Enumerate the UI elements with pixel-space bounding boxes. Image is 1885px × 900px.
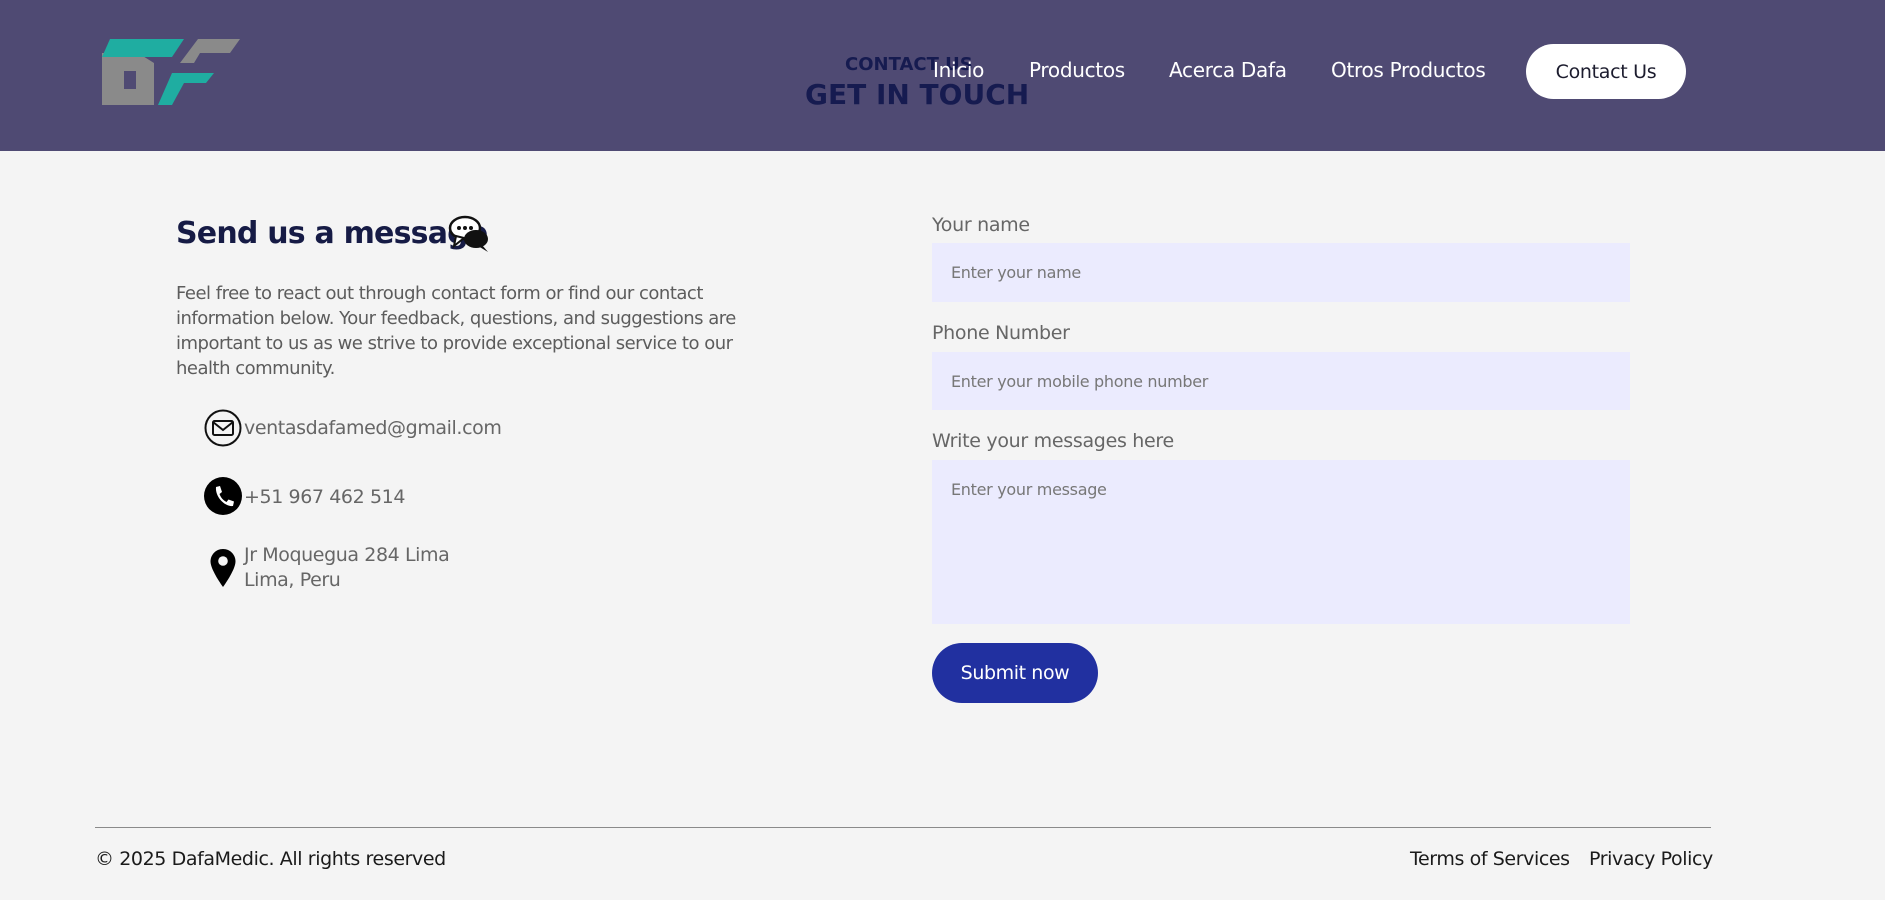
chat-bubbles-icon — [448, 215, 488, 252]
phone-icon — [204, 477, 242, 515]
contact-address-line2: Lima, Peru — [244, 569, 341, 591]
nav-otros-productos[interactable]: Otros Productos — [1331, 58, 1486, 82]
message-label: Write your messages here — [932, 430, 1174, 452]
contact-email[interactable]: ventasdafamed@gmail.com — [244, 417, 502, 439]
contact-address-line1: Jr Moquegua 284 Lima — [244, 544, 450, 566]
submit-button[interactable]: Submit now — [932, 643, 1098, 703]
location-pin-icon — [210, 549, 236, 587]
mail-icon — [204, 409, 242, 447]
contact-us-button[interactable]: Contact Us — [1526, 44, 1686, 99]
name-input[interactable] — [932, 243, 1630, 302]
nav-inicio[interactable]: Inicio — [933, 58, 984, 82]
footer-divider — [95, 827, 1711, 828]
send-message-title: Send us a message — [176, 216, 488, 251]
site-header: CONTACT US GET IN TOUCH Inicio Productos… — [0, 0, 1885, 151]
copyright-text: © 2025 DafaMedic. All rights reserved — [95, 848, 446, 870]
nav-acerca-dafa[interactable]: Acerca Dafa — [1169, 58, 1287, 82]
terms-link[interactable]: Terms of Services — [1410, 848, 1570, 870]
privacy-link[interactable]: Privacy Policy — [1589, 848, 1713, 870]
df-logo-icon[interactable] — [102, 35, 242, 105]
message-textarea[interactable] — [932, 460, 1630, 624]
hero-title: GET IN TOUCH — [805, 78, 1030, 111]
nav-productos[interactable]: Productos — [1029, 58, 1125, 82]
phone-label: Phone Number — [932, 322, 1070, 344]
contact-phone[interactable]: +51 967 462 514 — [244, 486, 405, 508]
name-label: Your name — [932, 214, 1030, 236]
phone-input[interactable] — [932, 352, 1630, 410]
intro-paragraph: Feel free to react out through contact f… — [176, 283, 736, 379]
